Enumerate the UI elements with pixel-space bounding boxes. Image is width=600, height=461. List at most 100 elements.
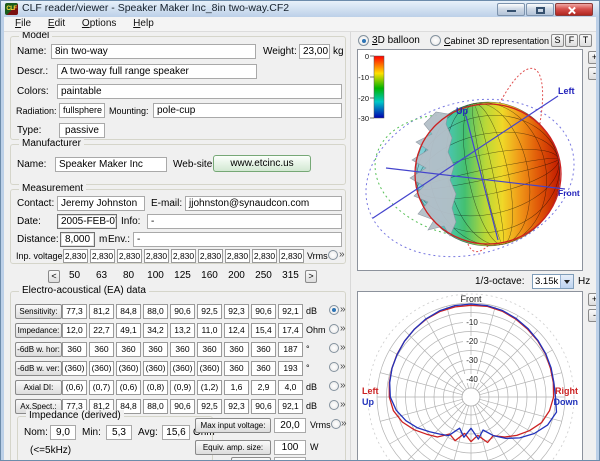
ea-value-field[interactable]: (360)	[170, 361, 195, 376]
radiation-field[interactable]: fullsphere	[59, 103, 105, 118]
ea-value-field[interactable]: 11,0	[197, 323, 222, 338]
ea-value-field[interactable]: 90,6	[170, 304, 195, 319]
ea-value-field[interactable]: 13,2	[170, 323, 195, 338]
inp-voltage-radio[interactable]	[328, 250, 338, 260]
menu-edit[interactable]: Edit	[41, 17, 72, 30]
ea-value-field[interactable]: 187	[278, 342, 303, 357]
band-prev-button[interactable]: <	[48, 270, 60, 283]
ea-value-field[interactable]: 90,6	[251, 399, 276, 414]
close-button[interactable]	[555, 3, 593, 16]
ea-value-field[interactable]: (360)	[116, 361, 141, 376]
ea-value-field[interactable]: 92,5	[197, 304, 222, 319]
ea-value-field[interactable]: 360	[62, 342, 87, 357]
inp-voltage-field[interactable]: 2,830	[90, 249, 115, 263]
menu-help[interactable]: Help	[126, 17, 161, 30]
inp-voltage-field[interactable]: 2,830	[225, 249, 250, 263]
gain-field[interactable]: 17,0	[274, 457, 306, 460]
band-next-button[interactable]: >	[305, 270, 317, 283]
t-button[interactable]: T	[579, 34, 592, 47]
inp-voltage-field[interactable]: 2,830	[171, 249, 196, 263]
ea-row-button[interactable]: Impedance:	[15, 323, 62, 338]
ea-value-field[interactable]: 360	[224, 342, 249, 357]
ea-value-field[interactable]: (1,2)	[197, 380, 222, 395]
ea-row-radio[interactable]	[329, 305, 339, 315]
min-field[interactable]: 5,3	[106, 425, 132, 440]
ea-value-field[interactable]: 12,4	[224, 323, 249, 338]
colors-field[interactable]: paintable	[57, 84, 342, 99]
max-input-voltage-field[interactable]: 20,0	[274, 418, 306, 433]
inp-voltage-more[interactable]: »	[339, 249, 345, 260]
ea-value-field[interactable]: (360)	[197, 361, 222, 376]
ea-value-field[interactable]: 4,0	[278, 380, 303, 395]
polar-zoom-in-button[interactable]: +	[588, 293, 596, 306]
s-button[interactable]: S	[551, 34, 564, 47]
ea-value-field[interactable]: 360	[197, 342, 222, 357]
equiv-amp-size-button[interactable]: Equiv. amp. size:	[195, 440, 271, 455]
ea-value-field[interactable]: 88,0	[143, 399, 168, 414]
ea-row-radio[interactable]	[329, 381, 339, 391]
ea-value-field[interactable]: 12,0	[62, 323, 87, 338]
ea-row-more[interactable]: »	[340, 380, 346, 391]
ea-value-field[interactable]: (0,8)	[143, 380, 168, 395]
max-input-voltage-button[interactable]: Max input voltage:	[195, 418, 271, 433]
ea-value-field[interactable]: 92,1	[278, 304, 303, 319]
ea-value-field[interactable]: (0,6)	[116, 380, 141, 395]
ea-value-field[interactable]: 360	[224, 361, 249, 376]
polar-plot[interactable]: -10 -20 -30 -40 Front Left Up Right Down	[357, 291, 583, 460]
balloon-plot[interactable]: Left Up Front 0 -10 -20 -30	[357, 49, 583, 271]
balloon-zoom-in-button[interactable]: +	[588, 51, 596, 64]
email-field[interactable]: jjohnston@synaudcon.com	[185, 196, 342, 211]
ea-value-field[interactable]: (360)	[143, 361, 168, 376]
ea-row-radio[interactable]	[329, 400, 339, 410]
ea-value-field[interactable]: 92,1	[278, 399, 303, 414]
ea-row-button[interactable]: -6dB w. ver:	[15, 361, 62, 376]
weight-field[interactable]: 23,00	[299, 44, 330, 59]
ea-value-field[interactable]: 92,5	[197, 399, 222, 414]
equiv-amp-size-field[interactable]: 100	[274, 440, 306, 455]
ea-value-field[interactable]: 81,2	[89, 304, 114, 319]
ea-value-field[interactable]: 88,0	[143, 304, 168, 319]
ea-value-field[interactable]: 360	[251, 342, 276, 357]
max-input-more[interactable]: »	[341, 418, 347, 429]
mounting-field[interactable]: pole-cup	[153, 103, 342, 118]
octave-select[interactable]: 3.15k	[532, 274, 574, 289]
maximize-button[interactable]	[526, 3, 554, 16]
ea-value-field[interactable]: 49,1	[116, 323, 141, 338]
descr-field[interactable]: A two-way full range speaker	[57, 64, 257, 79]
env-field[interactable]: -	[133, 232, 342, 247]
ea-value-field[interactable]: (360)	[89, 361, 114, 376]
menu-options[interactable]: Options	[75, 17, 123, 30]
balloon-zoom-out-button[interactable]: -	[588, 67, 596, 80]
mfr-name-field[interactable]: Speaker Maker Inc	[55, 157, 167, 172]
model-name-field[interactable]: 8in two-way	[51, 44, 256, 59]
ea-row-radio[interactable]	[329, 343, 339, 353]
inp-voltage-field[interactable]: 2,830	[117, 249, 142, 263]
gain-button[interactable]: Gain:	[231, 457, 271, 460]
ea-row-more[interactable]: »	[340, 399, 346, 410]
minimize-button[interactable]	[497, 3, 525, 16]
octave-select-button[interactable]	[560, 275, 573, 288]
title-bar[interactable]: CLF CLF reader/viewer - Speaker Maker In…	[1, 1, 599, 17]
cabinet-3d-radio[interactable]	[430, 35, 441, 46]
ea-value-field[interactable]: 2,9	[251, 380, 276, 395]
ea-row-more[interactable]: »	[340, 304, 346, 315]
inp-voltage-field[interactable]: 2,830	[252, 249, 277, 263]
ea-value-field[interactable]: 360	[251, 361, 276, 376]
3d-balloon-radio-label[interactable]: 3D balloon	[372, 35, 420, 46]
ea-row-button[interactable]: Sensitivity:	[15, 304, 62, 319]
ea-value-field[interactable]: 193	[278, 361, 303, 376]
max-input-radio[interactable]	[331, 419, 341, 429]
ea-row-radio[interactable]	[329, 324, 339, 334]
ea-row-more[interactable]: »	[340, 342, 346, 353]
ea-value-field[interactable]: 84,8	[116, 304, 141, 319]
distance-field[interactable]: 8,000	[60, 232, 95, 247]
ea-value-field[interactable]: 360	[170, 342, 195, 357]
ea-row-more[interactable]: »	[340, 361, 346, 372]
info-field[interactable]: -	[147, 214, 342, 229]
ea-value-field[interactable]: 1,6	[224, 380, 249, 395]
ea-row-button[interactable]: -6dB w. hor:	[15, 342, 62, 357]
ea-value-field[interactable]: 360	[116, 342, 141, 357]
ea-row-button[interactable]: Axial DI:	[15, 380, 62, 395]
ea-value-field[interactable]: 17,4	[278, 323, 303, 338]
polar-zoom-out-button[interactable]: -	[588, 309, 596, 322]
